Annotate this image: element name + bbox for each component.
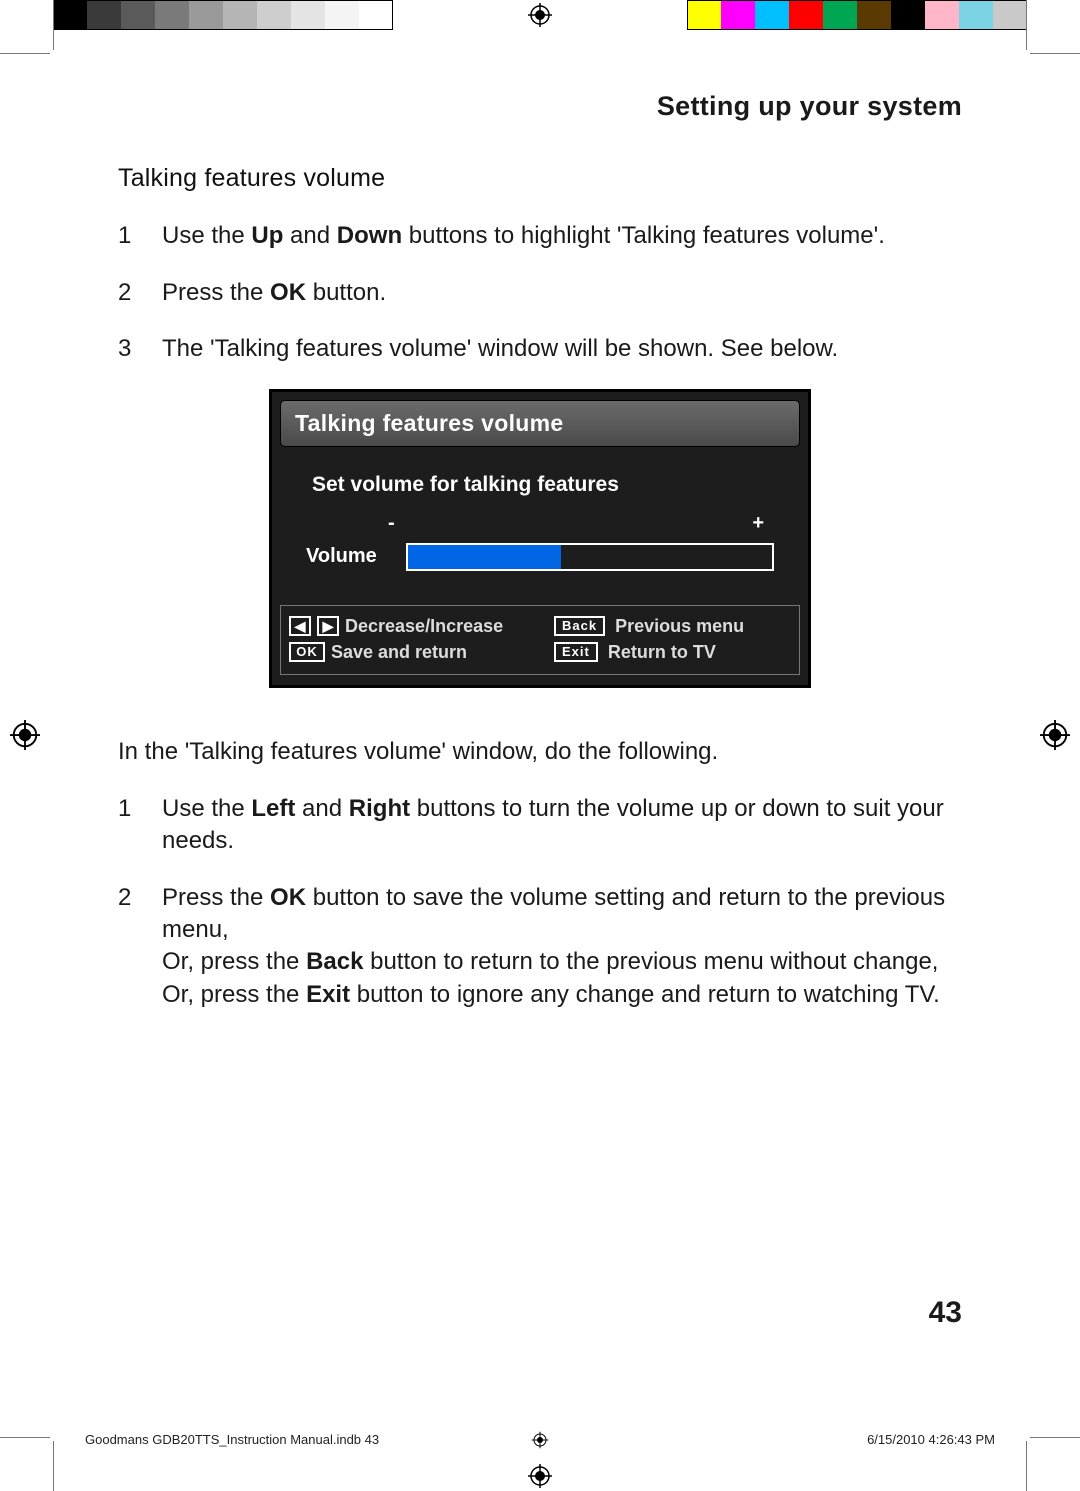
crop-mark xyxy=(1026,1441,1027,1491)
osd-subtitle: Set volume for talking features xyxy=(312,471,794,499)
crop-mark xyxy=(1030,1437,1080,1438)
color-swatch xyxy=(189,0,223,30)
list-item: 1Use the Up and Down buttons to highligh… xyxy=(118,220,962,252)
osd-plus-label: + xyxy=(752,510,764,537)
arrow-left-icon: ◀ xyxy=(289,616,311,636)
crop-mark xyxy=(0,1437,50,1438)
ok-key-icon: OK xyxy=(289,642,325,662)
color-swatch xyxy=(87,0,121,30)
color-swatch xyxy=(993,0,1027,30)
color-swatch xyxy=(891,0,925,30)
osd-footer: ◀ ▶ Decrease/Increase Back Previous menu… xyxy=(280,605,800,676)
arrow-right-icon: ▶ xyxy=(317,616,339,636)
crop-mark xyxy=(0,53,50,54)
print-footer: Goodmans GDB20TTS_Instruction Manual.ind… xyxy=(85,1432,995,1447)
osd-ok-label: Save and return xyxy=(331,640,467,664)
registration-mark-icon xyxy=(531,1431,549,1449)
color-swatch xyxy=(721,0,755,30)
page-number: 43 xyxy=(929,1293,962,1334)
color-swatch xyxy=(121,0,155,30)
list-item: 1Use the Left and Right buttons to turn … xyxy=(118,793,962,858)
osd-title: Talking features volume xyxy=(280,400,800,447)
color-swatch xyxy=(325,0,359,30)
osd-volume-slider[interactable] xyxy=(406,543,774,571)
color-bar-right xyxy=(687,0,1027,30)
color-swatch xyxy=(291,0,325,30)
osd-window: Talking features volume Set volume for t… xyxy=(269,389,811,688)
color-bar-left xyxy=(53,0,393,30)
color-swatch xyxy=(925,0,959,30)
paragraph: In the 'Talking features volume' window,… xyxy=(118,736,962,768)
steps-list-1: 1Use the Up and Down buttons to highligh… xyxy=(118,220,962,365)
color-swatch xyxy=(857,0,891,30)
crop-mark xyxy=(1026,0,1027,50)
registration-mark-icon xyxy=(528,1464,552,1488)
crop-mark xyxy=(53,1441,54,1491)
list-item: 2Press the OK button. xyxy=(118,277,962,309)
registration-mark-icon xyxy=(10,720,40,750)
color-swatch xyxy=(959,0,993,30)
registration-mark-icon xyxy=(528,3,552,27)
color-swatch xyxy=(789,0,823,30)
color-swatch xyxy=(53,0,87,30)
color-swatch xyxy=(823,0,857,30)
color-swatch xyxy=(359,0,393,30)
color-swatch xyxy=(687,0,721,30)
page-header: Setting up your system xyxy=(118,88,962,124)
list-item: 2Press the OK button to save the volume … xyxy=(118,882,962,1012)
list-item: 3The 'Talking features volume' window wi… xyxy=(118,333,962,365)
crop-mark xyxy=(1030,53,1080,54)
back-key-icon: Back xyxy=(554,616,605,636)
section-subheading: Talking features volume xyxy=(118,162,962,196)
exit-key-icon: Exit xyxy=(554,642,598,662)
color-swatch xyxy=(755,0,789,30)
color-swatch xyxy=(223,0,257,30)
osd-exit-label: Return to TV xyxy=(608,640,716,664)
osd-back-label: Previous menu xyxy=(615,614,744,638)
color-swatch xyxy=(155,0,189,30)
osd-minus-label: - xyxy=(388,510,395,537)
footer-left: Goodmans GDB20TTS_Instruction Manual.ind… xyxy=(85,1432,379,1447)
footer-right: 6/15/2010 4:26:43 PM xyxy=(867,1432,995,1447)
registration-mark-icon xyxy=(1040,720,1070,750)
osd-volume-label: Volume xyxy=(306,543,394,570)
steps-list-2: 1Use the Left and Right buttons to turn … xyxy=(118,793,962,1011)
osd-arrows-label: Decrease/Increase xyxy=(345,614,503,638)
color-swatch xyxy=(257,0,291,30)
crop-mark xyxy=(53,0,54,50)
